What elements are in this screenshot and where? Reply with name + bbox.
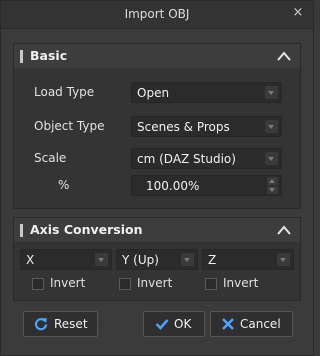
cancel-button-label: Cancel: [240, 317, 281, 331]
basic-group: Basic Load Type Open Object Type Scenes …: [13, 43, 301, 209]
z-axis-select[interactable]: Z: [202, 249, 294, 270]
object-type-value: Scenes & Props: [137, 120, 230, 134]
ok-button-label: OK: [174, 317, 192, 331]
scale-select[interactable]: cm (DAZ Studio): [131, 148, 282, 169]
spin-up-icon[interactable]: [267, 177, 278, 185]
group-marker: [20, 50, 23, 63]
z-axis-value: Z: [208, 253, 217, 267]
axis-group-title: Axis Conversion: [30, 222, 143, 237]
x-axis-value: X: [26, 253, 35, 267]
reset-button-label: Reset: [54, 317, 88, 331]
chevron-down-icon: [265, 152, 278, 165]
scale-percent-spinbox[interactable]: 100.00%: [131, 175, 282, 196]
scale-percent-value: 100.00%: [146, 179, 200, 193]
checkmark-icon: [155, 319, 169, 330]
chevron-down-icon: [181, 253, 194, 266]
load-type-select[interactable]: Open: [131, 82, 282, 103]
y-axis-value: Y (Up): [122, 253, 159, 267]
reset-icon: [34, 318, 48, 331]
cancel-button[interactable]: Cancel: [210, 311, 293, 337]
chevron-up-icon[interactable]: [276, 223, 292, 237]
y-invert-checkbox[interactable]: [119, 278, 131, 290]
object-type-select[interactable]: Scenes & Props: [131, 116, 282, 137]
axis-group-header[interactable]: Axis Conversion: [14, 218, 300, 242]
basic-group-title: Basic: [30, 48, 68, 63]
z-invert-label: Invert: [223, 276, 259, 290]
x-invert-checkbox[interactable]: [32, 278, 44, 290]
close-x-icon: [222, 318, 234, 330]
chevron-down-icon: [265, 120, 278, 133]
chevron-down-icon: [277, 253, 290, 266]
title-bar[interactable]: Import OBJ ×: [1, 1, 313, 29]
z-invert-checkbox[interactable]: [205, 278, 217, 290]
import-obj-dialog: Import OBJ × Basic Load Type Open Object…: [0, 0, 314, 356]
basic-group-header[interactable]: Basic: [14, 44, 300, 68]
group-marker: [20, 224, 23, 237]
ok-button[interactable]: OK: [143, 311, 205, 337]
y-axis-select[interactable]: Y (Up): [116, 249, 198, 270]
reset-button[interactable]: Reset: [23, 311, 98, 337]
scale-label: Scale: [34, 151, 67, 165]
chevron-up-icon[interactable]: [276, 49, 292, 63]
scale-value: cm (DAZ Studio): [137, 152, 236, 166]
close-icon[interactable]: ×: [291, 6, 305, 20]
load-type-label: Load Type: [34, 85, 95, 99]
axis-conversion-group: Axis Conversion X Y (Up) Z Invert Invert…: [13, 217, 301, 301]
load-type-value: Open: [137, 86, 170, 100]
x-invert-label: Invert: [50, 276, 86, 290]
object-type-label: Object Type: [34, 119, 105, 133]
spin-down-icon[interactable]: [267, 186, 278, 194]
y-invert-label: Invert: [137, 276, 173, 290]
percent-label: %: [58, 178, 70, 192]
dialog-title: Import OBJ: [124, 7, 190, 21]
chevron-down-icon: [265, 86, 278, 99]
x-axis-select[interactable]: X: [20, 249, 112, 270]
chevron-down-icon: [95, 253, 108, 266]
